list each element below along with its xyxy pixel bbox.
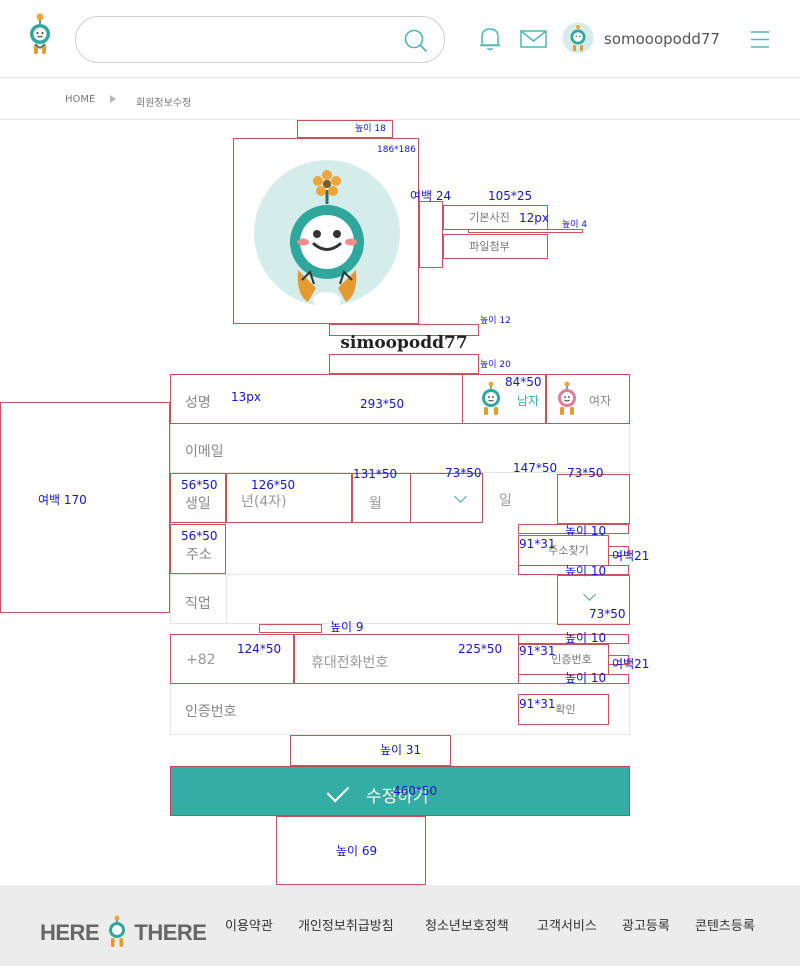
spec-note: 84*50 — [505, 375, 542, 389]
spec-note: 126*50 — [251, 478, 296, 492]
spec-note: 293*50 — [360, 397, 405, 411]
spec-note: 73*50 — [589, 607, 626, 621]
spec-box-left-margin — [0, 402, 170, 613]
spec-note: 91*31 — [519, 697, 556, 711]
footer-link-terms[interactable]: 이용약관 — [225, 915, 273, 934]
spec-note: 높이 12 — [480, 316, 511, 326]
spec-note: 73*50 — [567, 466, 604, 480]
spec-note: 186*186 — [377, 145, 416, 155]
footer-link-content-register[interactable]: 콘텐츠등록 — [695, 915, 755, 934]
spec-note: 225*50 — [458, 642, 503, 656]
spec-note: 높이 9 — [330, 620, 364, 634]
request-verification-label: 인증번호 — [551, 653, 592, 666]
address-label: 주소 — [186, 547, 212, 563]
default-photo-label: 기본사진 — [469, 211, 510, 224]
spec-box-name-gap-bottom — [329, 354, 479, 374]
birth-year-placeholder: 년(4자) — [241, 494, 287, 510]
spec-note: 105*25 — [488, 189, 533, 203]
job-label: 직업 — [185, 596, 211, 612]
profile-mascot-image — [254, 160, 400, 306]
breadcrumb: HOME 회원정보수정 — [0, 78, 800, 120]
search-input[interactable] — [96, 29, 396, 51]
username[interactable]: somooopodd77 — [604, 30, 720, 48]
mail-icon[interactable] — [520, 30, 548, 50]
verification-code-label: 인증번호 — [185, 704, 237, 720]
gender-male-label: 남자 — [517, 394, 540, 408]
avatar[interactable] — [562, 22, 594, 54]
spec-note: 여백21 — [612, 549, 650, 563]
profile-display-name: simoopodd77 — [340, 333, 468, 353]
menu-icon[interactable] — [750, 30, 770, 50]
spec-note: 높이 31 — [380, 743, 422, 757]
bell-icon[interactable] — [477, 26, 503, 52]
spec-note: 73*50 — [445, 466, 482, 480]
logo-mascot-icon[interactable] — [26, 12, 54, 56]
spec-note: 13px — [231, 390, 261, 404]
breadcrumb-arrow-icon — [110, 95, 116, 103]
brand-mascot-icon — [108, 915, 125, 947]
breadcrumb-current: 회원정보수정 — [136, 98, 192, 109]
job-select[interactable] — [226, 575, 557, 623]
birth-month-dropdown-button[interactable] — [410, 473, 483, 523]
brand-left: HERE — [40, 920, 100, 945]
spec-note: 56*50 — [181, 529, 218, 543]
female-mascot-icon — [558, 381, 576, 415]
spec-note: 높이 4 — [562, 220, 588, 230]
email-input[interactable] — [170, 424, 630, 472]
spec-note: 높이 20 — [480, 360, 511, 370]
footer-link-customer-service[interactable]: 고객서비스 — [537, 915, 597, 934]
footer-link-privacy[interactable]: 개인정보취급방침 — [298, 915, 394, 934]
country-code-value: +82 — [186, 652, 216, 668]
phone-placeholder: 휴대전화번호 — [311, 655, 389, 671]
address-input[interactable] — [226, 524, 518, 574]
header: somooopodd77 — [0, 0, 800, 78]
footer-link-youth-policy[interactable]: 청소년보호정책 — [425, 915, 509, 934]
spec-note: 12px — [519, 211, 549, 225]
spec-box-submit-gap — [290, 735, 451, 766]
email-label: 이메일 — [185, 444, 224, 460]
spec-note: 높이 18 — [355, 124, 386, 134]
name-label: 성명 — [185, 395, 211, 411]
spec-box-photo-gap — [419, 201, 443, 268]
spec-box-phone-gap — [259, 624, 322, 633]
attach-file-label: 파일첨부 — [469, 240, 510, 253]
spec-note: 91*31 — [519, 537, 556, 551]
spec-note: 높이 10 — [565, 671, 607, 685]
spec-note: 131*50 — [353, 467, 398, 481]
search-icon[interactable] — [403, 28, 429, 54]
spec-note: 높이 10 — [565, 631, 607, 645]
birth-month-placeholder: 월 — [369, 496, 382, 512]
spec-note: 여백21 — [612, 657, 650, 671]
spec-note: 91*31 — [519, 644, 556, 658]
birth-day-dropdown-button[interactable] — [557, 474, 630, 524]
divider — [629, 634, 630, 735]
search-box — [75, 16, 445, 63]
breadcrumb-home-link[interactable]: HOME — [65, 94, 95, 105]
birth-label: 생일 — [185, 496, 211, 512]
spec-note: 460*50 — [393, 784, 438, 798]
spec-note: 147*50 — [513, 461, 558, 475]
spec-note: 124*50 — [237, 642, 282, 656]
male-mascot-icon — [482, 381, 500, 415]
footer-link-ad-register[interactable]: 광고등록 — [622, 915, 670, 934]
spec-note: 56*50 — [181, 478, 218, 492]
spec-note: 여백 170 — [38, 493, 87, 507]
spec-note: 높이 69 — [336, 844, 378, 858]
attach-file-button[interactable]: 파일첨부 — [443, 234, 548, 259]
footer-brand-logo[interactable]: HERE THERE — [40, 915, 207, 949]
birth-day-placeholder: 일 — [499, 493, 512, 509]
verify-confirm-label: 확인 — [555, 703, 576, 716]
gender-female-label: 여자 — [589, 394, 612, 408]
name-input[interactable] — [170, 374, 463, 424]
brand-right: THERE — [134, 920, 207, 945]
